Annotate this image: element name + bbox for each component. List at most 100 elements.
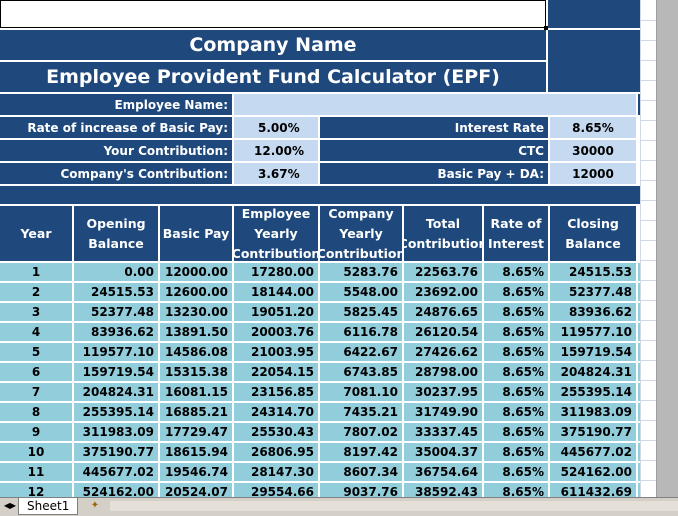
empty-grid-column[interactable] [640, 0, 657, 497]
cell-rate-of-interest[interactable]: 8.65% [484, 283, 548, 301]
cell-closing-balance[interactable]: 159719.54 [550, 343, 636, 361]
cell-opening-balance[interactable]: 0.00 [74, 263, 158, 281]
cell-basic-pay[interactable]: 17729.47 [160, 423, 232, 441]
cell-opening-balance[interactable]: 375190.77 [74, 443, 158, 461]
cell-total-contribution[interactable]: 35004.37 [404, 443, 482, 461]
cell-total-contribution[interactable]: 38592.43 [404, 483, 482, 497]
col-header-employee-contribution[interactable]: Employee Yearly Contribution [234, 206, 318, 261]
basic-da-input[interactable]: 12000 [550, 163, 636, 184]
cell-rate-of-interest[interactable]: 8.65% [484, 383, 548, 401]
cell-company-contribution[interactable]: 7807.02 [320, 423, 402, 441]
vertical-scrollbar[interactable] [656, 0, 678, 497]
cell-closing-balance[interactable]: 311983.09 [550, 403, 636, 421]
cell-employee-contribution[interactable]: 28147.30 [234, 463, 318, 481]
cell-year[interactable]: 11 [0, 463, 72, 481]
cell-closing-balance[interactable]: 204824.31 [550, 363, 636, 381]
cell-opening-balance[interactable]: 445677.02 [74, 463, 158, 481]
cell-year[interactable]: 12 [0, 483, 72, 497]
next-sheet-icon[interactable]: ▶ [8, 500, 18, 512]
cell-rate-of-interest[interactable]: 8.65% [484, 403, 548, 421]
cell-employee-contribution[interactable]: 20003.76 [234, 323, 318, 341]
cell-company-contribution[interactable]: 9037.76 [320, 483, 402, 497]
cell-employee-contribution[interactable]: 23156.85 [234, 383, 318, 401]
cell-employee-contribution[interactable]: 18144.00 [234, 283, 318, 301]
cell-opening-balance[interactable]: 311983.09 [74, 423, 158, 441]
cell-opening-balance[interactable]: 24515.53 [74, 283, 158, 301]
cell-opening-balance[interactable]: 83936.62 [74, 323, 158, 341]
cell-year[interactable]: 6 [0, 363, 72, 381]
col-header-closing-balance[interactable]: Closing Balance [550, 206, 636, 261]
col-header-basic-pay[interactable]: Basic Pay [160, 206, 232, 261]
cell-basic-pay[interactable]: 13891.50 [160, 323, 232, 341]
cell-employee-contribution[interactable]: 24314.70 [234, 403, 318, 421]
cell-company-contribution[interactable]: 6422.67 [320, 343, 402, 361]
col-header-company-contribution[interactable]: Company Yearly Contribution [320, 206, 402, 261]
cell-rate-of-interest[interactable]: 8.65% [484, 483, 548, 497]
interest-rate-input[interactable]: 8.65% [550, 117, 636, 138]
cell-basic-pay[interactable]: 19546.74 [160, 463, 232, 481]
company-name-title[interactable]: Company Name [0, 30, 546, 60]
cell-basic-pay[interactable]: 16081.15 [160, 383, 232, 401]
cell-year[interactable]: 1 [0, 263, 72, 281]
your-contribution-input[interactable]: 12.00% [234, 140, 318, 161]
cell-closing-balance[interactable]: 52377.48 [550, 283, 636, 301]
cell-employee-contribution[interactable]: 22054.15 [234, 363, 318, 381]
cell-closing-balance[interactable]: 24515.53 [550, 263, 636, 281]
cell-company-contribution[interactable]: 8197.42 [320, 443, 402, 461]
cell-year[interactable]: 8 [0, 403, 72, 421]
cell-basic-pay[interactable]: 15315.38 [160, 363, 232, 381]
cell-company-contribution[interactable]: 7081.10 [320, 383, 402, 401]
cell-company-contribution[interactable]: 5825.45 [320, 303, 402, 321]
cell-year[interactable]: 7 [0, 383, 72, 401]
cell-year[interactable]: 10 [0, 443, 72, 461]
cell-basic-pay[interactable]: 12000.00 [160, 263, 232, 281]
company-contribution-input[interactable]: 3.67% [234, 163, 318, 184]
cell-total-contribution[interactable]: 22563.76 [404, 263, 482, 281]
cell-total-contribution[interactable]: 28798.00 [404, 363, 482, 381]
horizontal-scrollbar[interactable] [110, 501, 678, 511]
cell-closing-balance[interactable]: 119577.10 [550, 323, 636, 341]
cell-year[interactable]: 2 [0, 283, 72, 301]
employee-name-input[interactable] [234, 94, 636, 115]
cell-opening-balance[interactable]: 204824.31 [74, 383, 158, 401]
calculator-title[interactable]: Employee Provident Fund Calculator (EPF) [0, 62, 546, 92]
cell-company-contribution[interactable]: 6743.85 [320, 363, 402, 381]
insert-sheet-icon[interactable]: ✦ [84, 499, 106, 513]
cell-total-contribution[interactable]: 26120.54 [404, 323, 482, 341]
cell-closing-balance[interactable]: 83936.62 [550, 303, 636, 321]
col-header-year[interactable]: Year [0, 206, 72, 261]
cell-closing-balance[interactable]: 445677.02 [550, 443, 636, 461]
cell-company-contribution[interactable]: 5548.00 [320, 283, 402, 301]
cell-employee-contribution[interactable]: 19051.20 [234, 303, 318, 321]
cell-rate-of-interest[interactable]: 8.65% [484, 423, 548, 441]
cell-basic-pay[interactable]: 12600.00 [160, 283, 232, 301]
cell-rate-of-interest[interactable]: 8.65% [484, 343, 548, 361]
cell-rate-of-interest[interactable]: 8.65% [484, 303, 548, 321]
tab-sheet1[interactable]: Sheet1 [18, 498, 79, 515]
cell-employee-contribution[interactable]: 17280.00 [234, 263, 318, 281]
cell-basic-pay[interactable]: 16885.21 [160, 403, 232, 421]
cell-opening-balance[interactable]: 52377.48 [74, 303, 158, 321]
cell-rate-of-interest[interactable]: 8.65% [484, 263, 548, 281]
cell-total-contribution[interactable]: 30237.95 [404, 383, 482, 401]
cell-closing-balance[interactable]: 524162.00 [550, 463, 636, 481]
col-header-total-contribution[interactable]: Total Contribution [404, 206, 482, 261]
cell-employee-contribution[interactable]: 29554.66 [234, 483, 318, 497]
col-header-rate-of-interest[interactable]: Rate of Interest [484, 206, 548, 261]
cell-company-contribution[interactable]: 5283.76 [320, 263, 402, 281]
cell-company-contribution[interactable]: 6116.78 [320, 323, 402, 341]
cell-employee-contribution[interactable]: 21003.95 [234, 343, 318, 361]
cell-total-contribution[interactable]: 23692.00 [404, 283, 482, 301]
cell-employee-contribution[interactable]: 26806.95 [234, 443, 318, 461]
cell-company-contribution[interactable]: 8607.34 [320, 463, 402, 481]
cell-rate-of-interest[interactable]: 8.65% [484, 323, 548, 341]
cell-rate-of-interest[interactable]: 8.65% [484, 443, 548, 461]
cell-total-contribution[interactable]: 33337.45 [404, 423, 482, 441]
cell-total-contribution[interactable]: 27426.62 [404, 343, 482, 361]
cell-rate-of-interest[interactable]: 8.65% [484, 363, 548, 381]
cell-total-contribution[interactable]: 36754.64 [404, 463, 482, 481]
cell-total-contribution[interactable]: 24876.65 [404, 303, 482, 321]
cell-year[interactable]: 3 [0, 303, 72, 321]
cell-opening-balance[interactable]: 159719.54 [74, 363, 158, 381]
cell-year[interactable]: 5 [0, 343, 72, 361]
